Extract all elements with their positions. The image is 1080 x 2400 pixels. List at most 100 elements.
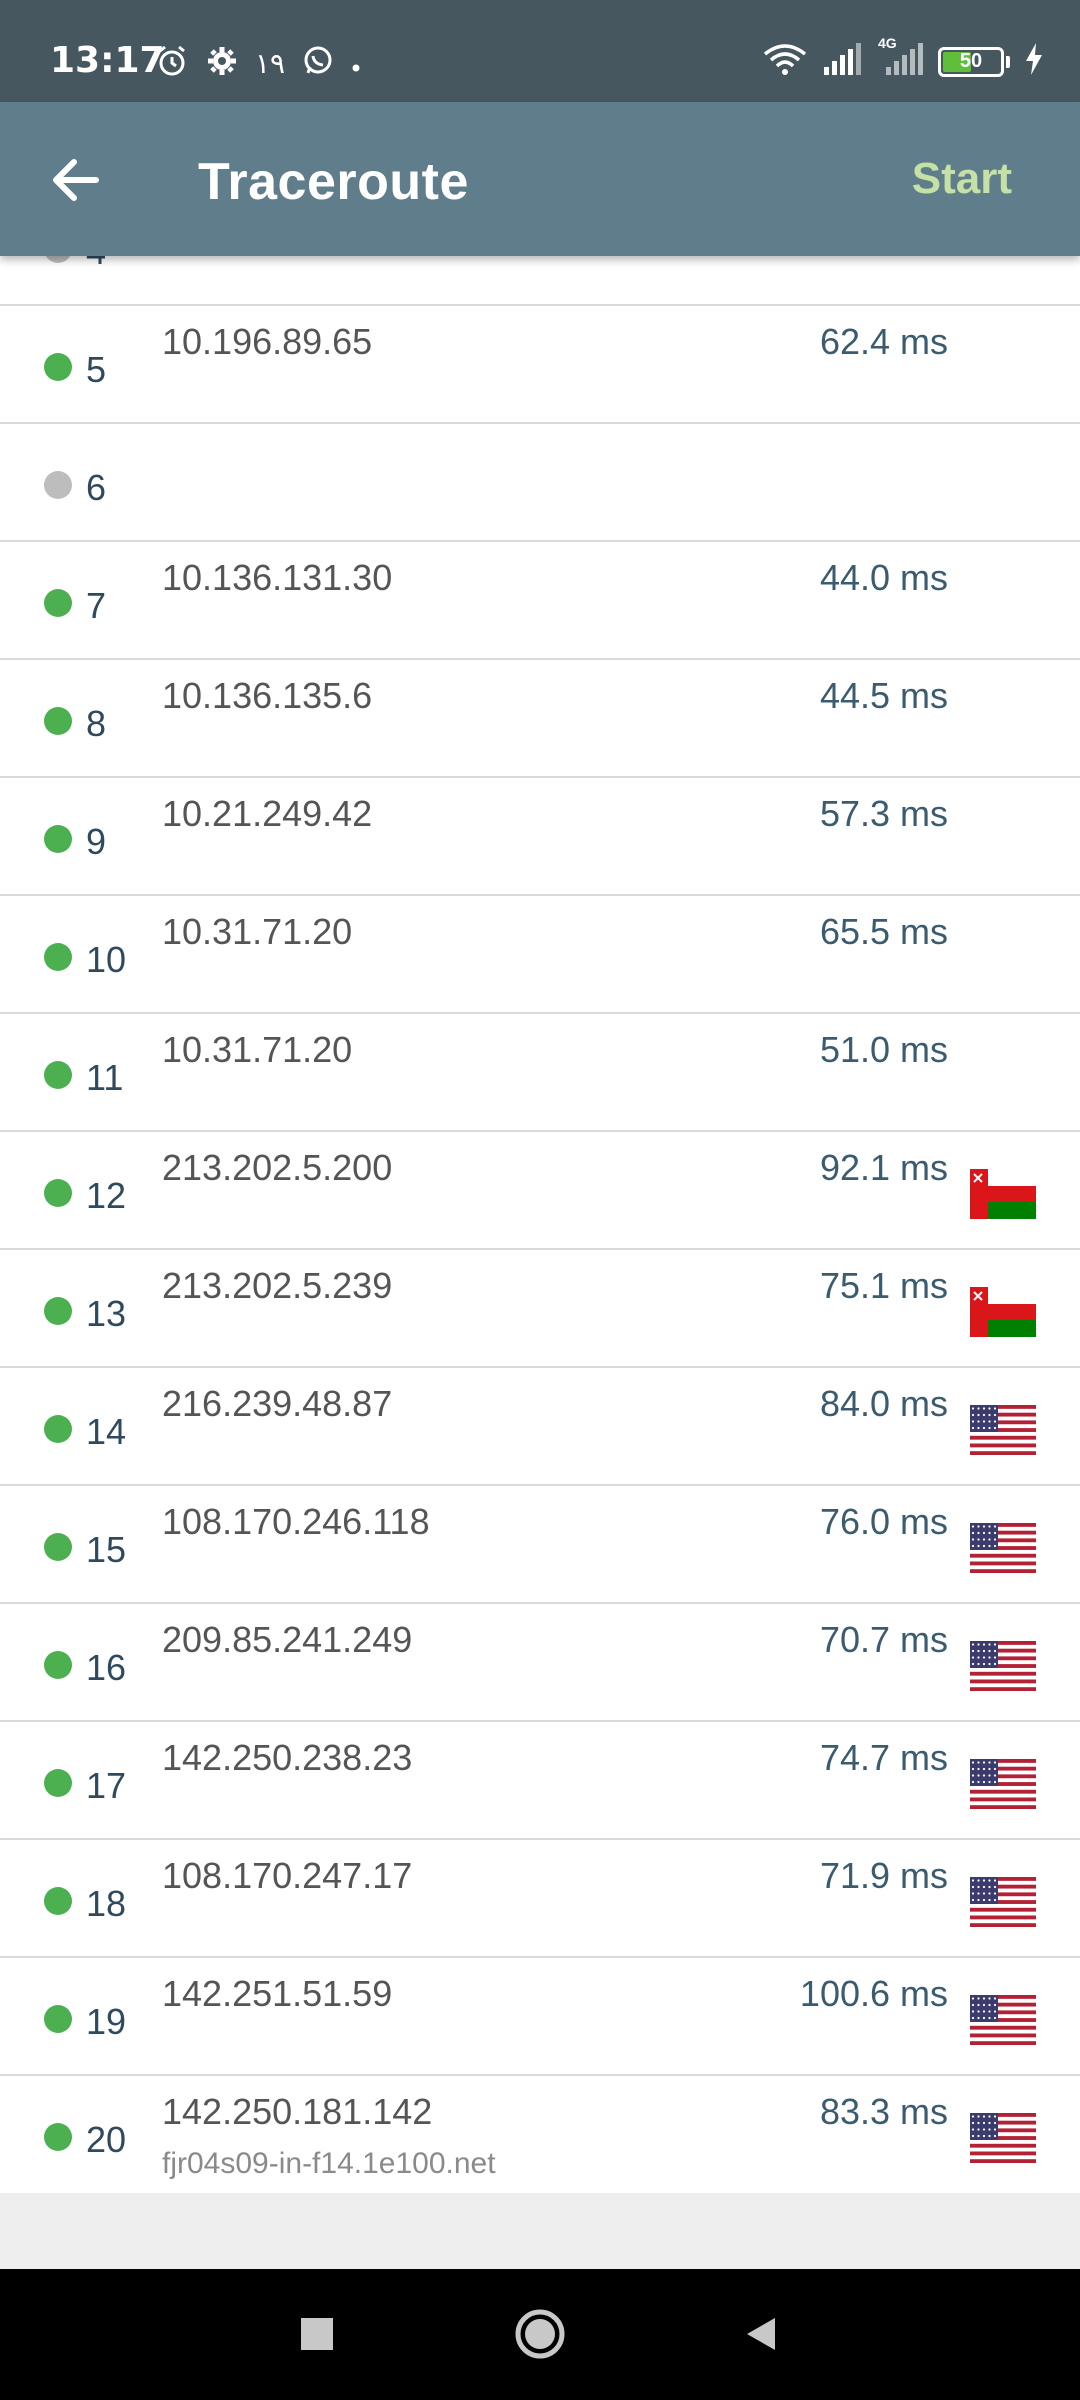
hop-row[interactable]: 10 10.31.71.20 65.5 ms [0, 897, 1080, 1014]
signal-icon [822, 43, 862, 80]
hop-row[interactable]: 17 142.250.238.23 74.7 ms [0, 1723, 1080, 1840]
hop-status-dot [44, 1297, 72, 1325]
hop-row[interactable]: 7 10.136.131.30 44.0 ms [0, 543, 1080, 660]
hop-latency: 76.0 ms [819, 1501, 948, 1542]
oman-flag-icon [970, 1169, 1036, 1219]
back-nav-button[interactable] [726, 2299, 796, 2369]
status-time: 13:17 [50, 40, 165, 81]
hop-number: 14 [86, 1411, 127, 1452]
hop-row[interactable]: 9 10.21.249.42 57.3 ms [0, 779, 1080, 896]
hop-row[interactable]: 19 142.251.51.59 100.6 ms [0, 1959, 1080, 2076]
hop-number: 8 [86, 703, 107, 744]
hop-status-dot [44, 1179, 72, 1207]
hop-status-dot [44, 1887, 72, 1915]
hop-ip: 142.250.238.23 [162, 1737, 413, 1778]
hop-number: 9 [86, 821, 107, 862]
hop-ip: 10.21.249.42 [162, 793, 373, 834]
hop-ip: 10.136.131.30 [162, 557, 393, 598]
hop-status-dot [44, 353, 72, 381]
hop-row[interactable]: 8 10.136.135.6 44.5 ms [0, 661, 1080, 778]
notification-dot-icon [351, 49, 361, 79]
hop-status-dot [44, 2005, 72, 2033]
hop-number: 18 [86, 1883, 127, 1924]
hop-list[interactable]: 4 5 10.196.89.65 62.4 ms 6 7 10.136.131.30 44.0… [0, 256, 1080, 2193]
home-circle-icon [515, 2309, 565, 2359]
arrow-left-icon [53, 159, 99, 201]
hop-number: 16 [86, 1647, 127, 1688]
usa-flag-icon [970, 1641, 1036, 1692]
usa-flag-icon [970, 1995, 1036, 2046]
hop-latency: 51.0 ms [819, 1029, 948, 1070]
hop-latency: 100.6 ms [799, 1973, 948, 2014]
list-footer-area [0, 2193, 1080, 2269]
hop-ip: 213.202.5.239 [162, 1265, 393, 1306]
hop-latency: 83.3 ms [819, 2091, 948, 2132]
hop-latency: 44.0 ms [819, 557, 948, 598]
hop-row[interactable]: 16 209.85.241.249 70.7 ms [0, 1605, 1080, 1722]
hop-row[interactable]: 11 10.31.71.20 51.0 ms [0, 1015, 1080, 1132]
whatsapp-icon [301, 44, 335, 84]
hop-ip: 216.239.48.87 [162, 1383, 393, 1424]
hop-status-dot [44, 1533, 72, 1561]
hop-number: 6 [86, 467, 107, 508]
hop-ip: 10.31.71.20 [162, 1029, 353, 1070]
hop-number: 15 [86, 1529, 127, 1570]
hop-number: 4 [86, 256, 106, 273]
hop-row[interactable]: 12 213.202.5.200 92.1 ms [0, 1133, 1080, 1250]
hop-row[interactable]: 13 213.202.5.239 75.1 ms [0, 1251, 1080, 1368]
hop-row[interactable]: 4 [0, 256, 1080, 306]
hop-ip: 10.31.71.20 [162, 911, 353, 952]
hop-latency: 74.7 ms [819, 1737, 948, 1778]
hop-row[interactable]: 18 108.170.247.17 71.9 ms [0, 1841, 1080, 1958]
usa-flag-icon [970, 1759, 1036, 1810]
hop-latency: 44.5 ms [819, 675, 948, 716]
hop-latency: 57.3 ms [819, 793, 948, 834]
recents-square-icon [301, 2318, 333, 2350]
hop-row[interactable]: 14 216.239.48.87 84.0 ms [0, 1369, 1080, 1486]
start-button[interactable]: Start [912, 154, 1012, 204]
status-icons-right: 4G 50 [762, 35, 1044, 81]
hop-latency: 92.1 ms [819, 1147, 948, 1188]
alarm-icon [155, 44, 189, 84]
back-button[interactable] [44, 148, 108, 212]
hop-status-dot [44, 825, 72, 853]
hop-row[interactable]: 5 10.196.89.65 62.4 ms [0, 307, 1080, 424]
hop-status-dot [44, 1415, 72, 1443]
hop-ip: 10.136.135.6 [162, 675, 373, 716]
page-title: Traceroute [198, 153, 469, 211]
hop-status-dot [44, 943, 72, 971]
hop-latency: 62.4 ms [819, 321, 948, 362]
hop-row[interactable]: 6 [0, 425, 1080, 542]
hop-status-dot [44, 1769, 72, 1797]
wifi-icon [762, 42, 808, 81]
network-type-label: 4G [878, 35, 897, 51]
charging-icon [1024, 43, 1044, 80]
recents-button[interactable] [282, 2299, 352, 2369]
usa-flag-icon [970, 2113, 1036, 2164]
hop-ip: 142.250.181.142 [162, 2091, 433, 2132]
hop-hostname: fjr04s09-in-f14.1e100.net [162, 2147, 496, 2180]
home-button[interactable] [505, 2299, 575, 2369]
navigation-bar [0, 2269, 1080, 2400]
hop-latency: 65.5 ms [819, 911, 948, 952]
hop-row[interactable]: 20 142.250.181.142 fjr04s09-in-f14.1e100.n… [0, 2077, 1080, 2193]
hop-number: 10 [86, 939, 127, 980]
hop-number: 7 [86, 585, 107, 626]
status-icons-left: ١٩ [155, 44, 361, 84]
gear-icon [205, 44, 239, 84]
hop-latency: 70.7 ms [819, 1619, 948, 1660]
hop-status-dot [44, 589, 72, 617]
hop-number: 17 [86, 1765, 127, 1806]
arabic-digits-text: ١٩ [255, 47, 286, 80]
hop-ip: 142.251.51.59 [162, 1973, 393, 2014]
battery-level: 50 [959, 50, 983, 72]
signal-4g-icon: 4G [876, 35, 924, 80]
usa-flag-icon [970, 1523, 1036, 1574]
hop-status-dot [44, 256, 72, 263]
hop-ip: 108.170.247.17 [162, 1855, 413, 1896]
hop-number: 5 [86, 349, 107, 390]
hop-status-dot [44, 1651, 72, 1679]
hop-status-dot [44, 2123, 72, 2151]
hop-row[interactable]: 15 108.170.246.118 76.0 ms [0, 1487, 1080, 1604]
hop-number: 13 [86, 1293, 127, 1334]
